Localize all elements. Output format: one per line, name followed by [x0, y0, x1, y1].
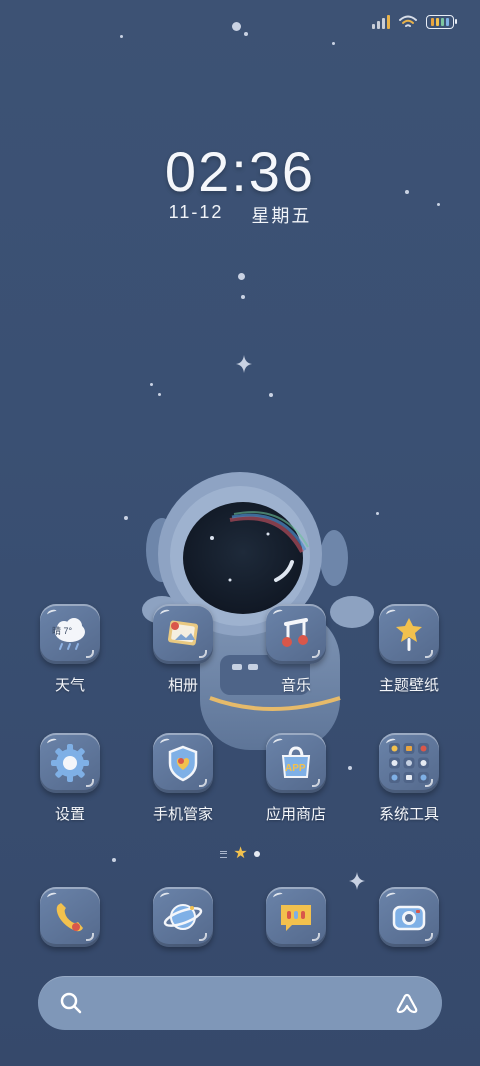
star-page-icon[interactable]: ★	[233, 846, 247, 862]
app-label: 系统工具	[378, 806, 439, 823]
page-dot[interactable]	[253, 851, 260, 857]
clock-date: 11-12	[168, 202, 224, 222]
app-store[interactable]: APP 应用商店	[246, 733, 346, 824]
battery-icon	[426, 15, 457, 29]
star-decoration	[120, 35, 123, 38]
camera-icon	[379, 887, 439, 947]
weather-badge: 晴 7°	[52, 626, 73, 636]
clock-time: 02:36	[164, 140, 316, 203]
star-decoration	[124, 516, 128, 520]
star-decoration	[158, 393, 161, 396]
app-label: 音乐	[280, 677, 311, 694]
search-icon[interactable]	[60, 992, 82, 1014]
sparkle-icon	[236, 355, 252, 373]
star-decoration	[150, 383, 153, 386]
star-decoration	[269, 393, 273, 397]
tools-folder-icon	[379, 733, 439, 793]
app-label: 手机管家	[152, 806, 213, 823]
app-tools-folder[interactable]: 系统工具	[359, 733, 459, 824]
dock-phone[interactable]	[20, 887, 120, 947]
settings-icon	[40, 733, 100, 793]
app-theme[interactable]: 主题壁纸	[359, 604, 459, 695]
star-decoration	[332, 42, 335, 45]
app-label: 相册	[167, 677, 198, 694]
theme-icon	[379, 604, 439, 664]
app-security[interactable]: 手机管家	[133, 733, 233, 824]
star-decoration	[232, 22, 241, 31]
app-label: 主题壁纸	[378, 677, 439, 694]
app-store-badge: APP	[285, 763, 306, 774]
app-settings[interactable]: 设置	[20, 733, 120, 824]
browser-icon	[153, 887, 213, 947]
clock-weekday: 星期五	[251, 206, 312, 226]
gallery-icon	[153, 604, 213, 664]
app-weather[interactable]: 晴 7° 天气	[20, 604, 120, 695]
star-decoration	[241, 295, 245, 299]
star-decoration	[244, 32, 248, 36]
app-label: 应用商店	[265, 806, 326, 823]
messages-icon	[266, 887, 326, 947]
dock-messages[interactable]	[246, 887, 346, 947]
wifi-icon	[399, 15, 417, 27]
security-icon	[153, 733, 213, 793]
clock-widget[interactable]: 02:36 11-12 星期五	[0, 142, 480, 228]
weather-icon: 晴 7°	[40, 604, 100, 664]
app-music[interactable]: 音乐	[246, 604, 346, 695]
feed-page-icon[interactable]	[220, 850, 228, 858]
app-label: 天气	[54, 677, 85, 694]
status-bar	[372, 12, 457, 32]
signal-icon	[372, 15, 390, 29]
app-gallery[interactable]: 相册	[133, 604, 233, 695]
dock-browser[interactable]	[133, 887, 233, 947]
music-icon	[266, 604, 326, 664]
star-decoration	[348, 766, 352, 770]
star-decoration	[238, 273, 245, 280]
app-store-icon: APP	[266, 733, 326, 793]
dock-camera[interactable]	[359, 887, 459, 947]
assistant-icon[interactable]	[394, 992, 420, 1014]
app-label: 设置	[54, 806, 85, 823]
phone-icon	[40, 887, 100, 947]
search-bar[interactable]	[38, 976, 442, 1030]
page-indicator[interactable]: ★	[0, 846, 480, 862]
